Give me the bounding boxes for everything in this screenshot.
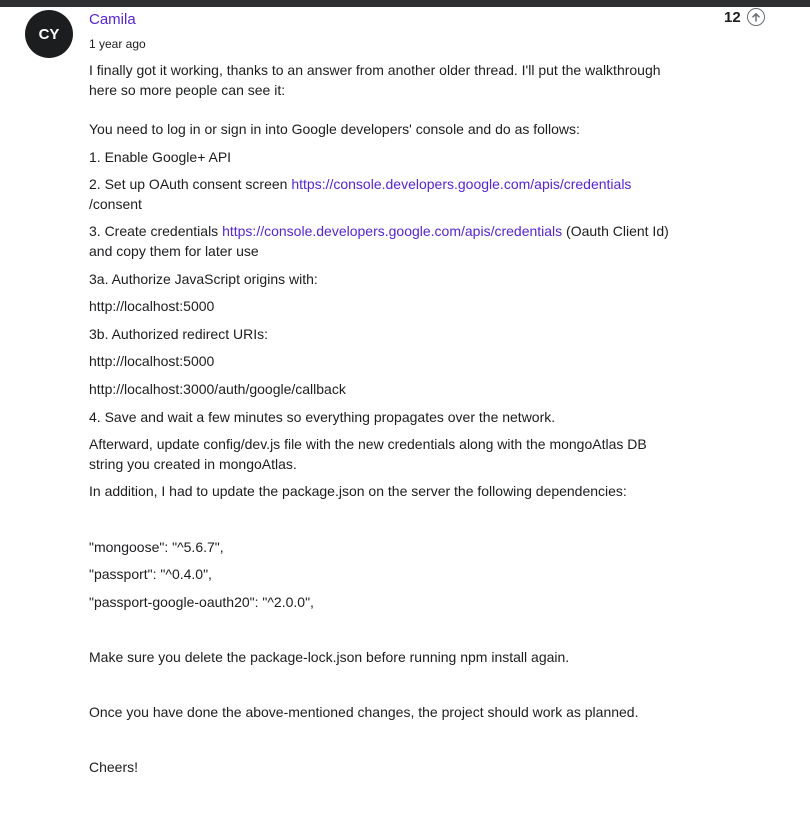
step-3a: 3a. Authorize JavaScript origins with:	[89, 271, 318, 287]
dependency-passport: "passport": "^0.4.0",	[89, 566, 212, 582]
step-3-prefix: 3. Create credentials	[89, 223, 223, 239]
step-2-suffix: /consent	[89, 196, 142, 212]
arrow-up-circle-icon[interactable]	[746, 8, 765, 26]
avatar[interactable]: CY	[25, 10, 73, 58]
comment-timestamp: 1 year ago	[89, 37, 146, 51]
step-3b: 3b. Authorized redirect URIs:	[89, 326, 268, 342]
step-2-prefix: 2. Set up OAuth consent screen	[89, 176, 292, 192]
consent-screen-link[interactable]: https://console.developers.google.com/ap…	[291, 176, 631, 192]
vote-count: 12	[724, 8, 741, 26]
step-3: 3. Create credentials https://console.de…	[89, 221, 684, 261]
top-bar	[0, 0, 810, 7]
cheers-paragraph: Cheers!	[89, 759, 139, 775]
step-4: 4. Save and wait a few minutes so everyt…	[89, 409, 556, 425]
dependency-passport-google: "passport-google-oauth20": "^2.0.0",	[89, 594, 314, 610]
credentials-link[interactable]: https://console.developers.google.com/ap…	[222, 223, 562, 239]
step-1: 1. Enable Google+ API	[89, 149, 232, 165]
redirect-2: http://localhost:3000/auth/google/callba…	[89, 381, 346, 397]
author-name-link[interactable]: Camila	[89, 11, 136, 28]
arrow-up-glyph	[751, 13, 760, 22]
step-intro: You need to log in or sign in into Googl…	[89, 121, 580, 137]
step-2: 2. Set up OAuth consent screen https://c…	[89, 174, 684, 214]
vote-area: 12	[724, 8, 765, 26]
in-addition-paragraph: In addition, I had to update the package…	[89, 483, 627, 499]
make-sure-paragraph: Make sure you delete the package-lock.js…	[89, 649, 570, 665]
origin-1: http://localhost:5000	[89, 298, 215, 314]
redirect-1: http://localhost:5000	[89, 353, 215, 369]
afterward-paragraph: Afterward, update config/dev.js file wit…	[89, 436, 647, 472]
dependency-mongoose: "mongoose": "^5.6.7",	[89, 539, 224, 555]
once-paragraph: Once you have done the above-mentioned c…	[89, 704, 639, 720]
intro-paragraph: I finally got it working, thanks to an a…	[89, 62, 661, 98]
avatar-initials: CY	[38, 25, 60, 43]
